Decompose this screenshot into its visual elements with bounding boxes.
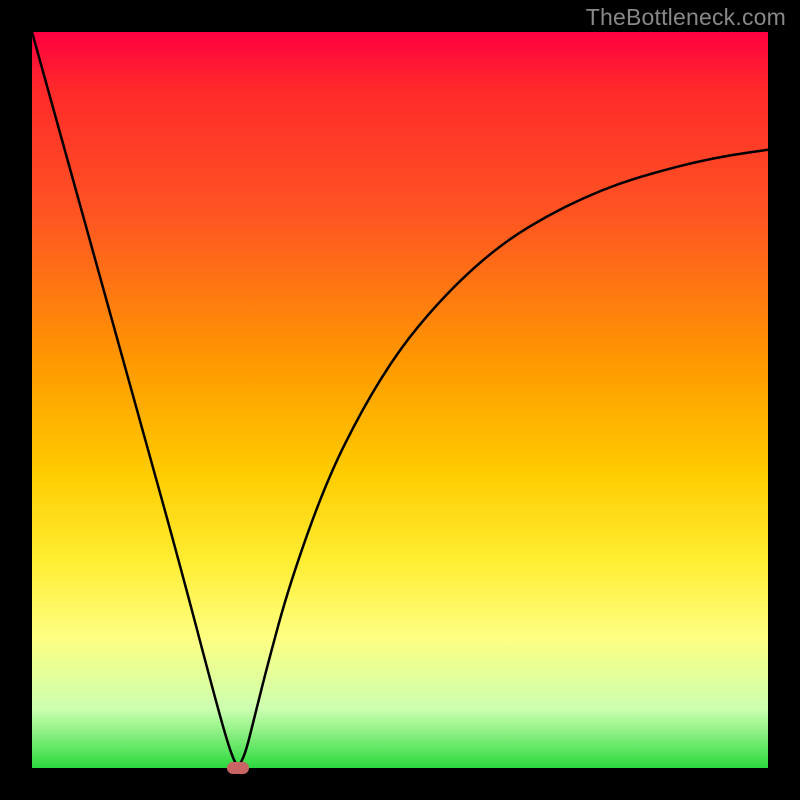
optimal-marker <box>227 762 249 774</box>
plot-area <box>32 32 768 768</box>
bottleneck-curve <box>32 32 768 768</box>
watermark-text: TheBottleneck.com <box>586 4 786 31</box>
chart-frame: TheBottleneck.com <box>0 0 800 800</box>
